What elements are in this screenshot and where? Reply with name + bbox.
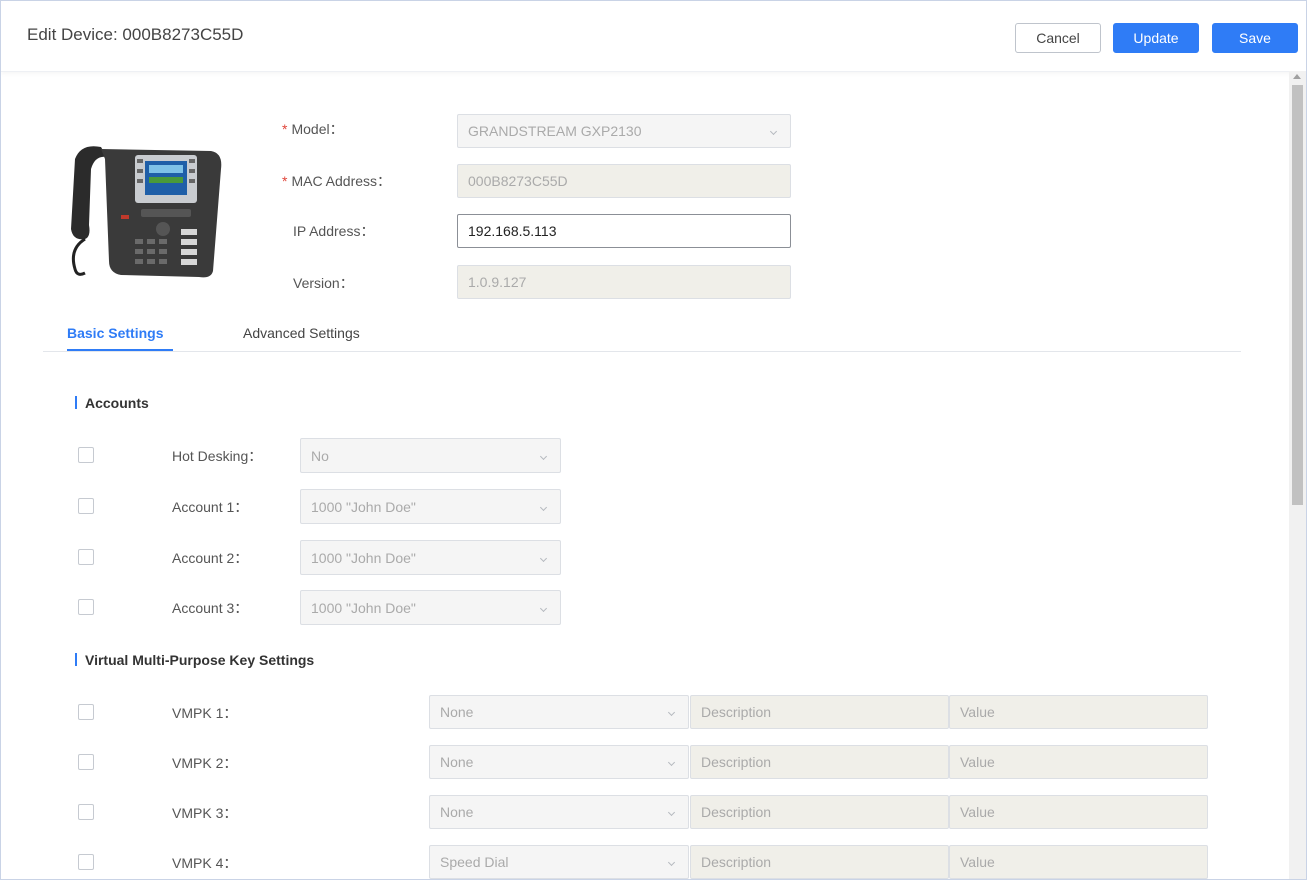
scroll-up-arrow-icon[interactable] bbox=[1293, 74, 1301, 79]
tab-advanced-settings[interactable]: Advanced Settings bbox=[243, 325, 360, 341]
account-2-select[interactable]: 1000 "John Doe" bbox=[300, 540, 561, 575]
vmpk-3-description-placeholder: Description bbox=[701, 804, 772, 820]
vmpk-4-checkbox[interactable] bbox=[78, 854, 94, 870]
required-mark: * bbox=[282, 121, 288, 137]
vmpk-1-value-input[interactable]: Value bbox=[949, 695, 1208, 729]
vertical-scrollbar[interactable] bbox=[1289, 71, 1306, 879]
ip-address-label: IP Address： bbox=[293, 223, 375, 239]
account-1-checkbox[interactable] bbox=[78, 498, 94, 514]
model-label: * Model： bbox=[282, 119, 344, 139]
chevron-down-icon bbox=[539, 554, 548, 562]
vmpk-4-value-input[interactable]: Value bbox=[949, 845, 1208, 879]
vmpk-3-type-select[interactable]: None bbox=[429, 795, 689, 829]
cancel-button[interactable]: Cancel bbox=[1015, 23, 1101, 53]
mac-address-label-text: MAC Address： bbox=[291, 173, 392, 189]
chevron-down-icon bbox=[667, 758, 676, 767]
chevron-down-icon bbox=[539, 604, 548, 612]
model-value: GRANDSTREAM GXP2130 bbox=[468, 123, 642, 139]
account-2-checkbox[interactable] bbox=[78, 549, 94, 565]
dialog-header: Edit Device: 000B8273C55D Cancel Update … bbox=[1, 1, 1306, 72]
chevron-down-icon bbox=[539, 503, 548, 511]
vmpk-4-description-placeholder: Description bbox=[701, 854, 772, 870]
vmpk-3-value-placeholder: Value bbox=[960, 804, 995, 820]
mac-address-value: 000B8273C55D bbox=[468, 173, 568, 189]
update-button[interactable]: Update bbox=[1113, 23, 1199, 53]
tabs-divider bbox=[43, 351, 1241, 352]
model-select[interactable]: GRANDSTREAM GXP2130 bbox=[457, 114, 791, 148]
vmpk-2-description-input[interactable]: Description bbox=[690, 745, 949, 779]
save-button[interactable]: Save bbox=[1212, 23, 1298, 53]
account-1-label: Account 1： bbox=[172, 499, 249, 515]
account-2-label: Account 2： bbox=[172, 550, 249, 566]
hot-desking-label: Hot Desking： bbox=[172, 448, 263, 464]
mac-address-field[interactable]: 000B8273C55D bbox=[457, 164, 791, 198]
account-3-label: Account 3： bbox=[172, 600, 249, 616]
vmpk-4-type-select[interactable]: Speed Dial bbox=[429, 845, 689, 879]
vmpk-3-checkbox[interactable] bbox=[78, 804, 94, 820]
account-3-value: 1000 "John Doe" bbox=[311, 599, 416, 616]
vmpk-3-label: VMPK 3： bbox=[172, 805, 238, 821]
chevron-down-icon bbox=[667, 858, 676, 867]
vmpk-4-label: VMPK 4： bbox=[172, 855, 238, 871]
account-3-select[interactable]: 1000 "John Doe" bbox=[300, 590, 561, 625]
tab-basic-settings[interactable]: Basic Settings bbox=[67, 325, 163, 341]
hot-desking-value: No bbox=[311, 447, 329, 464]
vmpk-1-type-value: None bbox=[440, 704, 474, 720]
account-3-checkbox[interactable] bbox=[78, 599, 94, 615]
version-field[interactable]: 1.0.9.127 bbox=[457, 265, 791, 299]
hot-desking-checkbox[interactable] bbox=[78, 447, 94, 463]
version-value: 1.0.9.127 bbox=[468, 274, 527, 290]
account-1-value: 1000 "John Doe" bbox=[311, 498, 416, 515]
vmpk-2-type-select[interactable]: None bbox=[429, 745, 689, 779]
vmpk-4-value-placeholder: Value bbox=[960, 854, 995, 870]
ip-address-input[interactable]: 192.168.5.113 bbox=[457, 214, 791, 248]
vmpk-3-value-input[interactable]: Value bbox=[949, 795, 1208, 829]
vmpk-3-type-value: None bbox=[440, 804, 474, 820]
vmpk-1-type-select[interactable]: None bbox=[429, 695, 689, 729]
vmpk-4-type-value: Speed Dial bbox=[440, 854, 509, 870]
chevron-down-icon bbox=[667, 808, 676, 817]
model-label-text: Model： bbox=[291, 121, 344, 137]
vmpk-2-label: VMPK 2： bbox=[172, 755, 238, 771]
vmpk-2-description-placeholder: Description bbox=[701, 754, 772, 770]
vmpk-1-description-input[interactable]: Description bbox=[690, 695, 949, 729]
account-1-select[interactable]: 1000 "John Doe" bbox=[300, 489, 561, 524]
ip-address-value: 192.168.5.113 bbox=[468, 223, 557, 239]
vmpk-section-title: Virtual Multi-Purpose Key Settings bbox=[75, 652, 314, 668]
chevron-down-icon bbox=[769, 127, 778, 136]
chevron-down-icon bbox=[539, 452, 548, 460]
vmpk-2-checkbox[interactable] bbox=[78, 754, 94, 770]
chevron-down-icon bbox=[667, 708, 676, 717]
vmpk-1-checkbox[interactable] bbox=[78, 704, 94, 720]
account-2-value: 1000 "John Doe" bbox=[311, 549, 416, 566]
accounts-section-title: Accounts bbox=[75, 395, 149, 411]
phone-image bbox=[71, 146, 222, 278]
vmpk-1-value-placeholder: Value bbox=[960, 704, 995, 720]
vmpk-2-value-placeholder: Value bbox=[960, 754, 995, 770]
vmpk-1-label: VMPK 1： bbox=[172, 705, 238, 721]
mac-address-label: * MAC Address： bbox=[282, 171, 391, 191]
version-label: Version： bbox=[293, 275, 354, 291]
vmpk-2-value-input[interactable]: Value bbox=[949, 745, 1208, 779]
vmpk-2-type-value: None bbox=[440, 754, 474, 770]
vmpk-1-description-placeholder: Description bbox=[701, 704, 772, 720]
vmpk-3-description-input[interactable]: Description bbox=[690, 795, 949, 829]
vmpk-4-description-input[interactable]: Description bbox=[690, 845, 949, 879]
edit-device-dialog: Edit Device: 000B8273C55D Cancel Update … bbox=[0, 0, 1307, 880]
hot-desking-select[interactable]: No bbox=[300, 438, 561, 473]
page-title: Edit Device: 000B8273C55D bbox=[27, 25, 244, 44]
required-mark: * bbox=[282, 173, 288, 189]
scrollbar-thumb[interactable] bbox=[1292, 85, 1303, 505]
